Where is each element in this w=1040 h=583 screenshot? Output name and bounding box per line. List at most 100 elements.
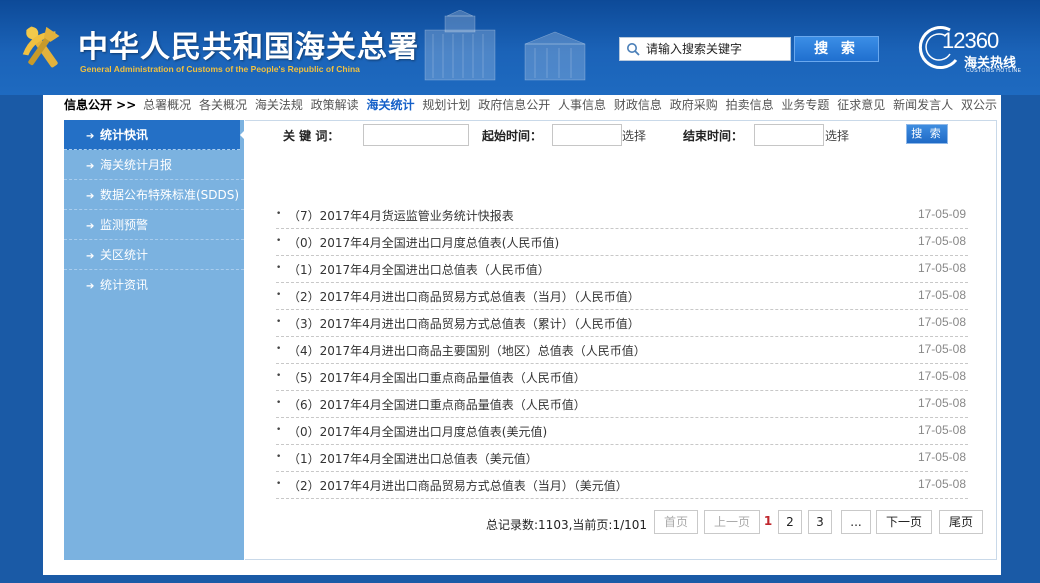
list-item[interactable]: • （1）2017年4月全国进出口总值表（人民币值） 17-05-08 bbox=[276, 256, 968, 283]
current-page: 1 bbox=[761, 510, 775, 534]
nav-item-procurement[interactable]: 政府采购 bbox=[670, 96, 718, 113]
bullet-icon: • bbox=[276, 344, 282, 354]
bullet-icon: • bbox=[276, 479, 282, 489]
list-item[interactable]: • （1）2017年4月全国进出口总值表（美元值） 17-05-08 bbox=[276, 445, 968, 472]
end-time-label: 结束时间： bbox=[683, 129, 744, 143]
nav-item-gov-info[interactable]: 政府信息公开 bbox=[478, 96, 550, 113]
end-time-picker[interactable]: 选择 bbox=[825, 127, 849, 144]
nav-item-finance[interactable]: 财政信息 bbox=[614, 96, 662, 113]
prev-page-button[interactable]: 上一页 bbox=[704, 510, 760, 534]
list-item-date: 17-05-08 bbox=[917, 423, 966, 437]
article-list: • （7）2017年4月货运监管业务统计快报表 17-05-09 • （0）2017年… bbox=[276, 202, 968, 499]
list-item[interactable]: • （0）2017年4月全国进出口月度总值表(人民币值) 17-05-08 bbox=[276, 229, 968, 256]
customs-emblem-icon[interactable] bbox=[14, 22, 70, 72]
sidebar-item-label: 数据公布特殊标准(SDDS) bbox=[100, 188, 240, 202]
arrow-right-icon: ➔ bbox=[86, 221, 95, 232]
arrow-right-icon: ➔ bbox=[86, 191, 95, 202]
bullet-icon: • bbox=[276, 290, 282, 300]
sidebar-item-stats-info[interactable]: ➔ 统计资讯 bbox=[64, 270, 244, 300]
list-item-date: 17-05-08 bbox=[917, 369, 966, 383]
list-item-title[interactable]: （2）2017年4月进出口商品贸易方式总值表（当月）（人民币值） bbox=[288, 288, 640, 305]
list-item-title[interactable]: （7）2017年4月货运监管业务统计快报表 bbox=[288, 207, 514, 224]
nav-item-statistics[interactable]: 海关统计 bbox=[367, 96, 415, 113]
page-3-button[interactable]: 3 bbox=[808, 510, 832, 534]
list-item[interactable]: • （2）2017年4月进出口商品贸易方式总值表（当月）（人民币值） 17-05-0… bbox=[276, 283, 968, 310]
arrow-right-icon: ➔ bbox=[86, 251, 95, 262]
list-item-date: 17-05-08 bbox=[917, 234, 966, 248]
list-item-date: 17-05-08 bbox=[917, 396, 966, 410]
page-2-button[interactable]: 2 bbox=[778, 510, 802, 534]
filter-search-button[interactable]: 搜 索 bbox=[906, 124, 948, 144]
site-header: 中华人民共和国海关总署 General Administration of Cu… bbox=[0, 0, 1040, 95]
bullet-icon: • bbox=[276, 317, 282, 327]
pagination-info: 总记录数:1103,当前页:1/101 bbox=[486, 518, 648, 532]
start-time-label: 起始时间： bbox=[482, 129, 543, 143]
list-item[interactable]: • （7）2017年4月货运监管业务统计快报表 17-05-09 bbox=[276, 202, 968, 229]
list-item[interactable]: • （5）2017年4月全国出口重点商品量值表（人民币值） 17-05-08 bbox=[276, 364, 968, 391]
nav-item-topics[interactable]: 业务专题 bbox=[781, 96, 829, 113]
search-input[interactable] bbox=[646, 38, 790, 60]
sidebar-item-monitoring[interactable]: ➔ 监测预警 bbox=[64, 210, 244, 240]
keyword-label: 关 键 词： bbox=[283, 129, 340, 143]
sidebar-item-sdds[interactable]: ➔ 数据公布特殊标准(SDDS) bbox=[64, 180, 244, 210]
search-box bbox=[619, 37, 791, 61]
end-time-input[interactable] bbox=[754, 124, 824, 146]
bullet-icon: • bbox=[276, 236, 282, 246]
bullet-icon: • bbox=[276, 452, 282, 462]
list-item-title[interactable]: （4）2017年4月进出口商品主要国别（地区）总值表（人民币值） bbox=[288, 342, 646, 359]
nav-item-spokesperson[interactable]: 新闻发言人 bbox=[893, 96, 953, 113]
list-item-title[interactable]: （5）2017年4月全国出口重点商品量值表（人民币值） bbox=[288, 369, 586, 386]
nav-item-regulations[interactable]: 海关法规 bbox=[255, 96, 303, 113]
list-item[interactable]: • （0）2017年4月全国进出口月度总值表(美元值) 17-05-08 bbox=[276, 418, 968, 445]
list-item-date: 17-05-09 bbox=[917, 207, 966, 221]
nav-item-publicity[interactable]: 双公示 bbox=[961, 96, 997, 113]
list-item-title[interactable]: （1）2017年4月全国进出口总值表（人民币值） bbox=[288, 261, 550, 278]
sidebar-item-monthly-report[interactable]: ➔ 海关统计月报 bbox=[64, 150, 244, 180]
sidebar-item-stats-news[interactable]: ➔ 统计快讯 bbox=[64, 120, 248, 150]
sidebar-item-label: 统计快讯 bbox=[100, 128, 149, 142]
list-item-title[interactable]: （2）2017年4月进出口商品贸易方式总值表（当月）（美元值） bbox=[288, 477, 628, 494]
next-page-button[interactable]: 下一页 bbox=[876, 510, 932, 534]
hotline-logo[interactable]: 12360 海关热线 CUSTOMS HOTLINE bbox=[912, 20, 1024, 76]
list-item-title[interactable]: （6）2017年4月全国进口重点商品量值表（人民币值） bbox=[288, 396, 586, 413]
start-time-picker[interactable]: 选择 bbox=[622, 127, 646, 144]
search-icon bbox=[627, 43, 640, 56]
list-item-date: 17-05-08 bbox=[917, 342, 966, 356]
list-item-title[interactable]: （1）2017年4月全国进出口总值表（美元值） bbox=[288, 450, 538, 467]
keyword-input[interactable] bbox=[363, 124, 469, 146]
list-item-title[interactable]: （0）2017年4月全国进出口月度总值表(人民币值) bbox=[288, 234, 559, 251]
list-item-date: 17-05-08 bbox=[917, 261, 966, 275]
arrow-right-icon: ➔ bbox=[86, 161, 95, 172]
bullet-icon: • bbox=[276, 209, 282, 219]
search-button[interactable]: 搜 索 bbox=[794, 36, 879, 62]
sidebar-item-district-stats[interactable]: ➔ 关区统计 bbox=[64, 240, 244, 270]
site-title[interactable]: 中华人民共和国海关总署 bbox=[78, 22, 419, 66]
top-nav: 信息公开 >> 总署概况 各关概况 海关法规 政策解读 海关统计 规划计划 政府… bbox=[64, 96, 1001, 114]
list-item[interactable]: • （2）2017年4月进出口商品贸易方式总值表（当月）（美元值） 17-05-08 bbox=[276, 472, 968, 499]
start-time-input[interactable] bbox=[552, 124, 622, 146]
nav-item-consultation[interactable]: 征求意见 bbox=[837, 96, 885, 113]
nav-item-planning[interactable]: 规划计划 bbox=[422, 96, 470, 113]
list-item[interactable]: • （4）2017年4月进出口商品主要国别（地区）总值表（人民币值） 17-05-0… bbox=[276, 337, 968, 364]
nav-item-personnel[interactable]: 人事信息 bbox=[558, 96, 606, 113]
first-page-button[interactable]: 首页 bbox=[654, 510, 698, 534]
sidebar-item-label: 海关统计月报 bbox=[100, 158, 173, 172]
nav-item-overview[interactable]: 总署概况 bbox=[143, 96, 191, 113]
list-item-title[interactable]: （3）2017年4月进出口商品贸易方式总值表（累计）（人民币值） bbox=[288, 315, 640, 332]
bullet-icon: • bbox=[276, 371, 282, 381]
sidebar-item-label: 关区统计 bbox=[100, 248, 149, 262]
list-item-date: 17-05-08 bbox=[917, 450, 966, 464]
list-item-date: 17-05-08 bbox=[917, 477, 966, 491]
nav-item-auction[interactable]: 拍卖信息 bbox=[726, 96, 774, 113]
hotline-label-en: CUSTOMS HOTLINE bbox=[966, 68, 1022, 74]
list-item[interactable]: • （6）2017年4月全国进口重点商品量值表（人民币值） 17-05-08 bbox=[276, 391, 968, 418]
bullet-icon: • bbox=[276, 398, 282, 408]
list-item-title[interactable]: （0）2017年4月全国进出口月度总值表(美元值) bbox=[288, 423, 547, 440]
nav-item-policy[interactable]: 政策解读 bbox=[311, 96, 359, 113]
sidebar-item-label: 监测预警 bbox=[100, 218, 149, 232]
more-pages-button[interactable]: ... bbox=[841, 510, 871, 534]
sidebar: ➔ 统计快讯 ➔ 海关统计月报 ➔ 数据公布特殊标准(SDDS) ➔ 监测预警 ➔ 关区统… bbox=[64, 120, 248, 560]
last-page-button[interactable]: 尾页 bbox=[939, 510, 983, 534]
nav-item-branches[interactable]: 各关概况 bbox=[199, 96, 247, 113]
list-item[interactable]: • （3）2017年4月进出口商品贸易方式总值表（累计）（人民币值） 17-05-0… bbox=[276, 310, 968, 337]
